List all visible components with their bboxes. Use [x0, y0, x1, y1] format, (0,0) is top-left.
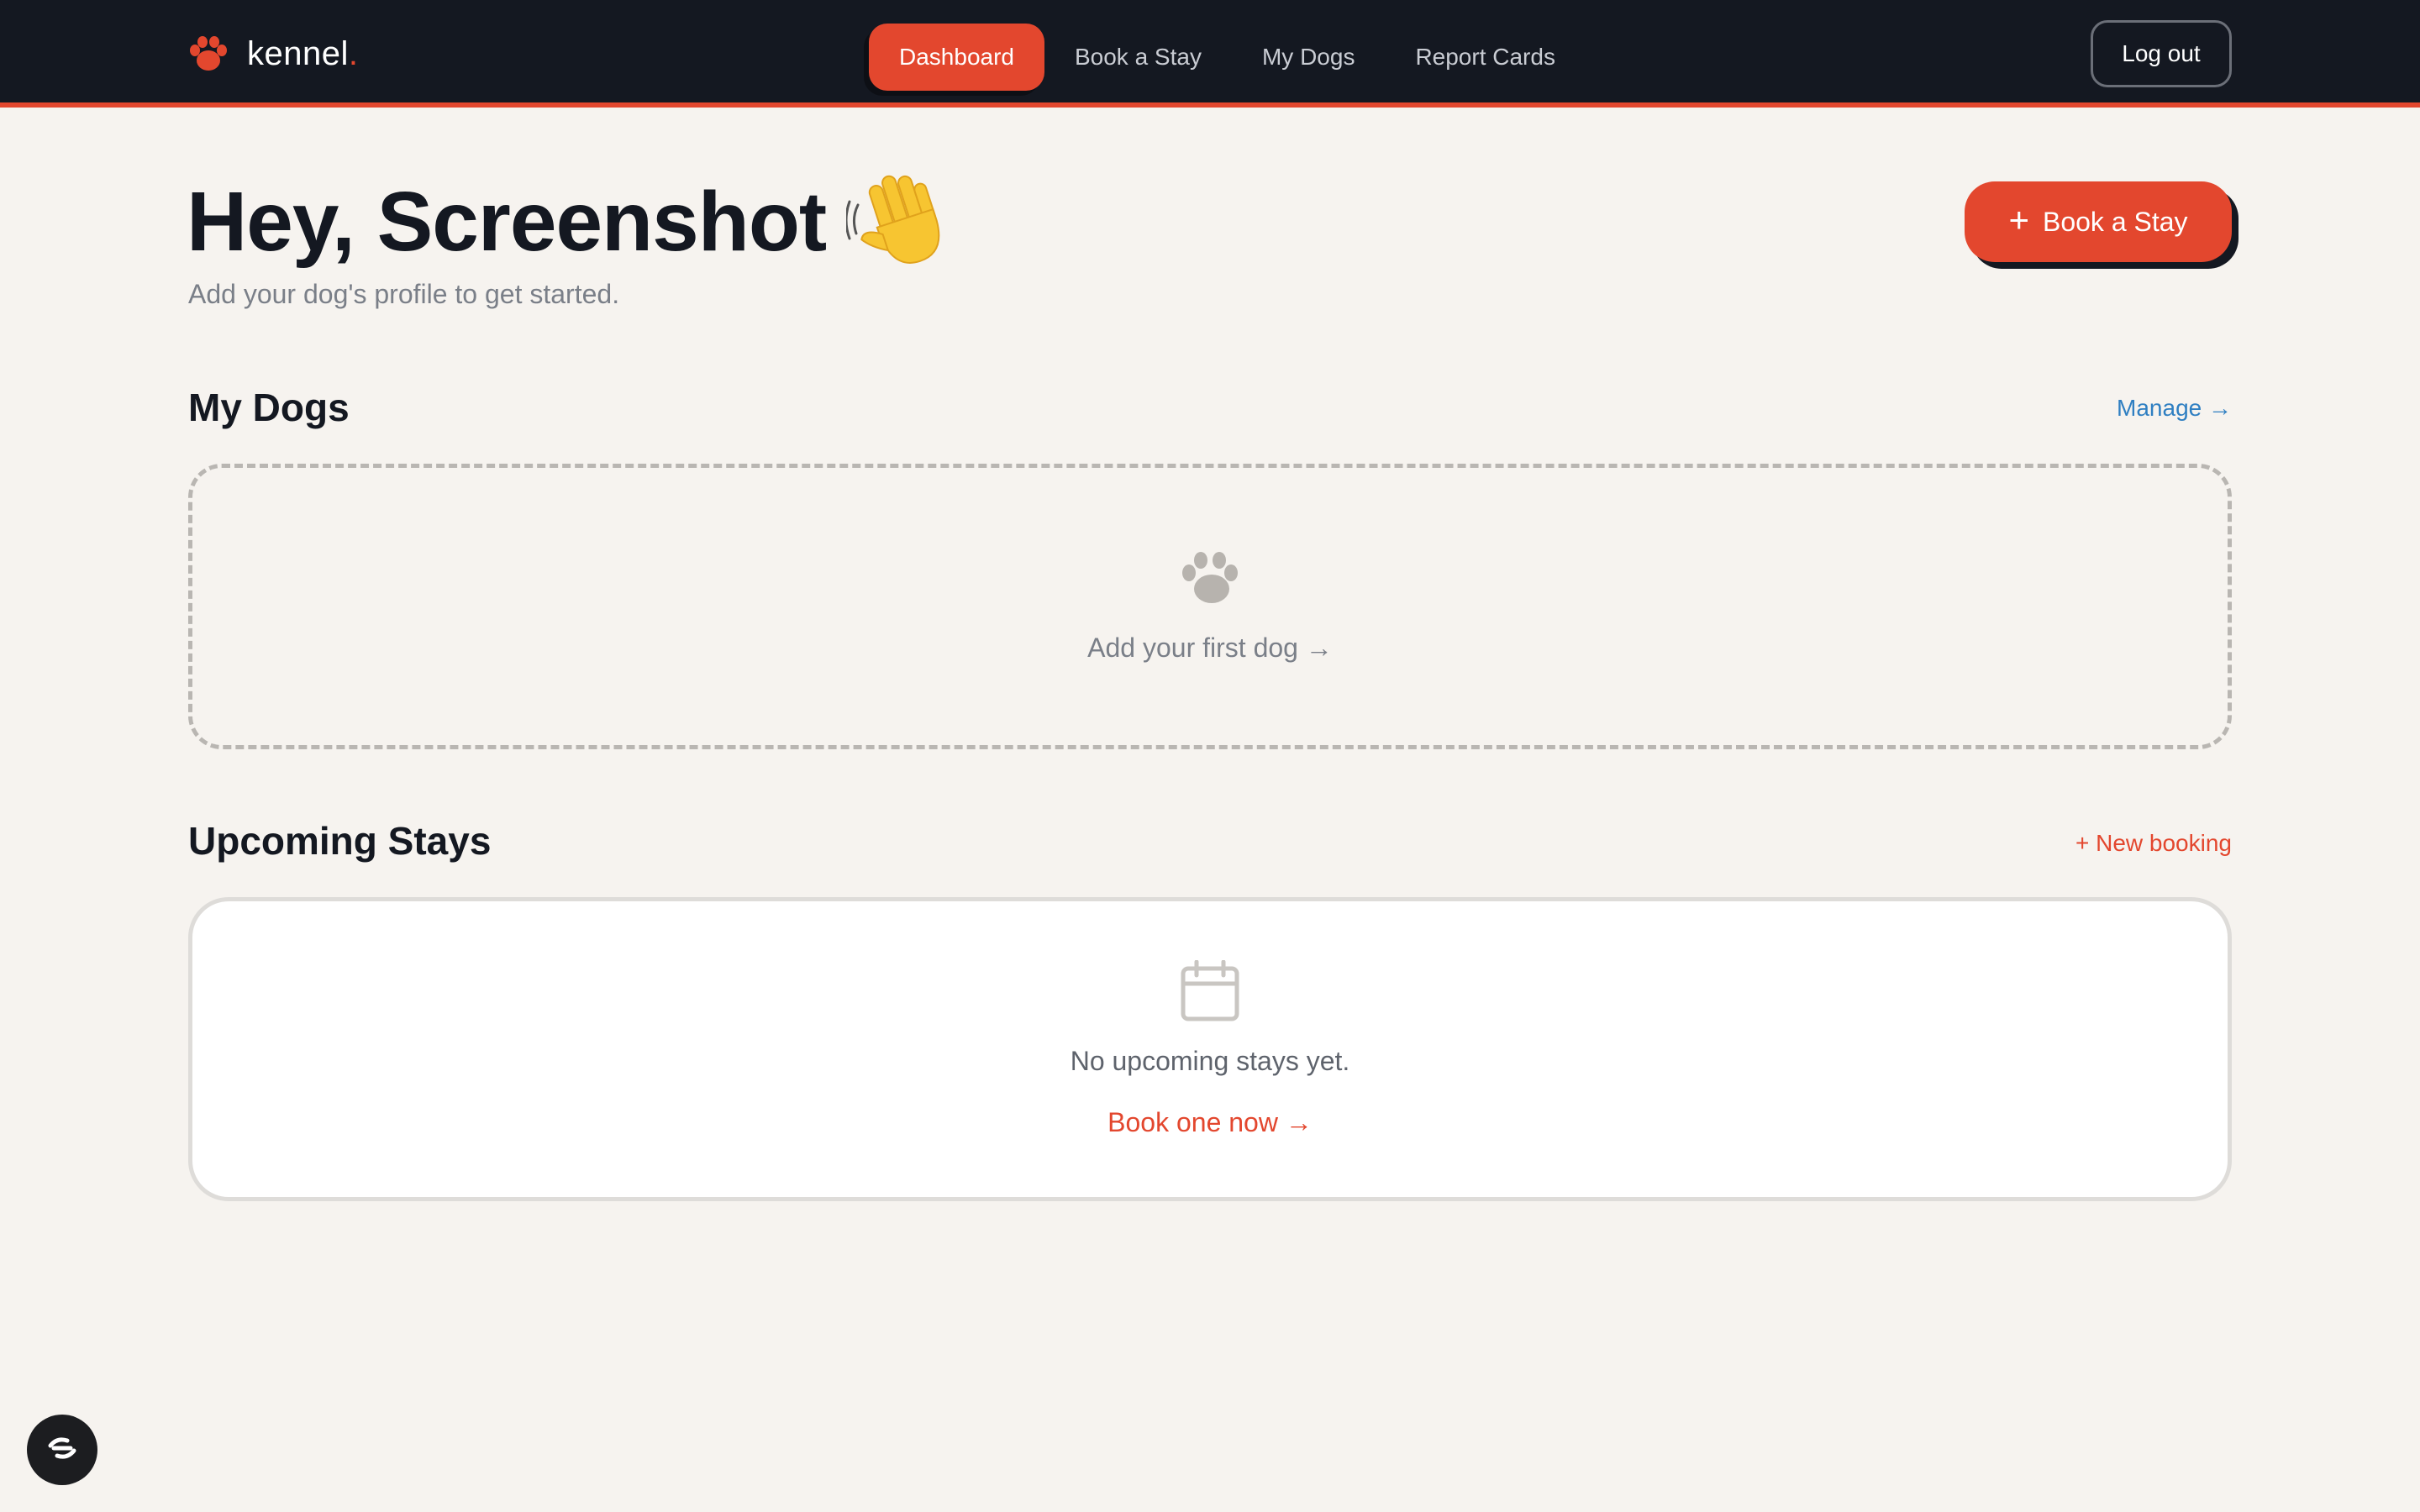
nav-item-dashboard[interactable]: Dashboard [869, 24, 1044, 91]
floating-helper-button[interactable] [27, 1415, 97, 1485]
nav-item-my-dogs[interactable]: My Dogs [1232, 24, 1385, 91]
my-dogs-heading: My Dogs [188, 386, 350, 429]
greeting: Hey, Screenshot [187, 168, 954, 276]
logout-button[interactable]: Log out [2091, 20, 2232, 87]
add-first-dog-link[interactable]: Add your first dog → [1087, 633, 1333, 664]
nav-item-report-cards[interactable]: Report Cards [1385, 24, 1586, 91]
book-a-stay-label: Book a Stay [2042, 206, 2188, 237]
my-dogs-empty-state[interactable]: Add your first dog → [188, 464, 2232, 749]
upcoming-stays-empty-state: No upcoming stays yet. Book one now → [188, 897, 2232, 1201]
top-navigation-bar: kennel. Dashboard Book a Stay My Dogs Re… [0, 0, 2420, 108]
brand-logo[interactable]: kennel. [188, 30, 359, 77]
waving-hand-icon [846, 168, 954, 276]
paw-icon [1180, 550, 1240, 606]
page-title: Hey, Screenshot [187, 175, 827, 269]
main-nav: Dashboard Book a Stay My Dogs Report Car… [869, 24, 1586, 91]
nav-item-book-a-stay[interactable]: Book a Stay [1044, 24, 1232, 91]
helper-icon [45, 1436, 79, 1465]
upcoming-stays-heading: Upcoming Stays [188, 819, 492, 863]
book-a-stay-button[interactable]: + Book a Stay [1965, 181, 2232, 262]
plus-icon: + [2008, 200, 2029, 239]
book-one-now-link[interactable]: Book one now → [1107, 1107, 1313, 1138]
calendar-icon [1180, 960, 1240, 1022]
manage-dogs-link[interactable]: Manage → [2117, 395, 2232, 422]
page-subtitle: Add your dog's profile to get started. [188, 279, 620, 309]
paw-logo-icon [188, 35, 229, 72]
brand-name: kennel. [247, 34, 359, 72]
new-booking-link[interactable]: + New booking [2075, 830, 2232, 857]
no-stays-message: No upcoming stays yet. [1070, 1046, 1350, 1076]
